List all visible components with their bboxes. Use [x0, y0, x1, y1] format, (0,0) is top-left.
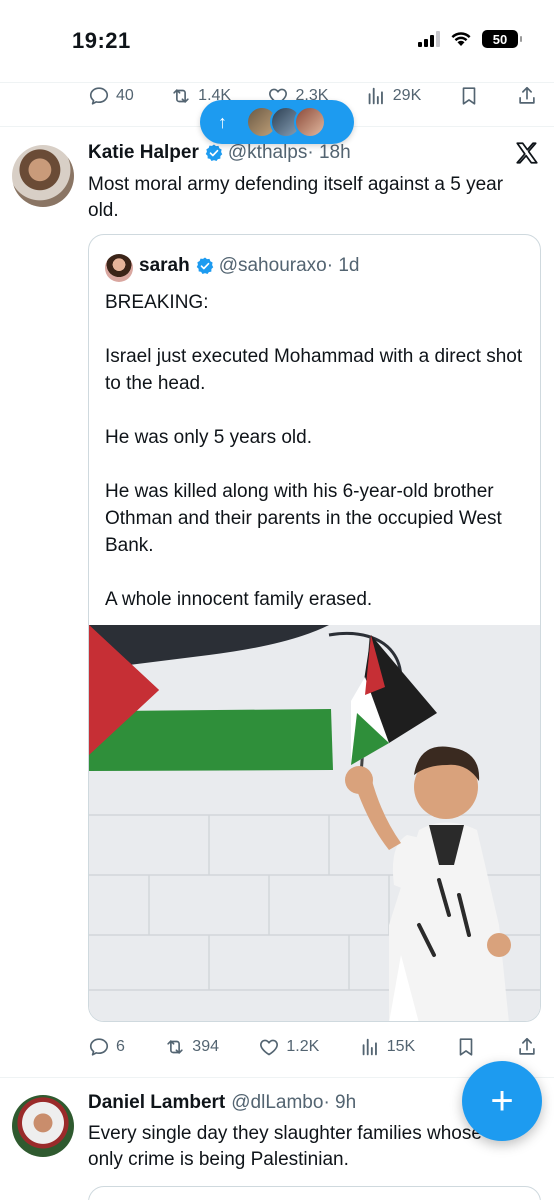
battery-level: 50 [492, 31, 508, 47]
media-card[interactable] [88, 1186, 541, 1200]
bookmark-icon [462, 87, 475, 105]
bookmark-icon [459, 1038, 472, 1056]
share-icon [519, 1037, 535, 1055]
views-button[interactable]: 29K [365, 85, 421, 107]
reply-icon [89, 1038, 109, 1056]
verified-badge-icon [205, 144, 223, 161]
pill-avatars [246, 106, 326, 138]
views-button[interactable]: 15K [359, 1036, 415, 1058]
quote-text: BREAKING: Israel just executed Mohammad … [105, 292, 523, 610]
quote-header: sarah @sahouraxo · 1d [139, 255, 359, 277]
new-posts-pill[interactable]: ↑ [200, 100, 354, 144]
repost-icon [167, 1040, 183, 1054]
avatar[interactable] [12, 1095, 74, 1157]
wifi-icon [451, 32, 471, 46]
reply-button[interactable]: 40 [88, 85, 134, 107]
share-icon [519, 86, 535, 104]
quote-author-handle: @sahouraxo [218, 255, 327, 276]
status-bar: 19:21 50 [0, 0, 554, 84]
avatar [294, 106, 326, 138]
quoted-tweet[interactable]: sarah @sahouraxo · 1d BREAKING: Israel j… [88, 234, 541, 1022]
tweet-time: · 9h [323, 1092, 357, 1113]
tweet-time: · 18h [307, 142, 351, 163]
reply-icon [89, 87, 109, 105]
share-button[interactable] [516, 85, 538, 107]
heart-icon [260, 1039, 279, 1056]
reply-count: 6 [116, 1038, 125, 1055]
avatar[interactable] [12, 145, 74, 207]
views-icon [368, 87, 383, 105]
views-count: 15K [386, 1038, 416, 1055]
arrow-up-icon: ↑ [218, 111, 227, 132]
status-icons: 50 [418, 30, 522, 48]
share-button[interactable] [516, 1036, 538, 1058]
bookmark-button[interactable] [455, 1036, 477, 1058]
x-logo-icon[interactable] [514, 140, 540, 166]
repost-count: 394 [192, 1038, 219, 1055]
author-handle[interactable]: @dlLambo [231, 1092, 323, 1114]
tweet-text: Most moral army defending itself against… [88, 174, 504, 221]
repost-icon [173, 89, 189, 103]
repost-button[interactable]: 394 [164, 1036, 219, 1058]
like-button[interactable]: 1.2K [258, 1036, 319, 1058]
views-icon [362, 1038, 377, 1056]
quote-photo[interactable] [89, 625, 541, 1022]
bookmark-button[interactable] [458, 85, 480, 107]
quote-author-name: sarah [139, 255, 190, 276]
author-name[interactable]: Katie Halper [88, 142, 199, 164]
author-name[interactable]: Daniel Lambert [88, 1092, 225, 1114]
plus-icon: + [490, 1079, 514, 1123]
tweet-header: Katie Halper @kthalps · 18h [88, 142, 351, 164]
views-count: 29K [392, 87, 422, 104]
quote-time: · 1d [326, 255, 360, 276]
tweet-actions: 6 394 1.2K 15K [88, 1034, 538, 1060]
quote-avatar[interactable] [105, 254, 133, 282]
verified-badge-icon [196, 257, 213, 274]
reply-button[interactable]: 6 [88, 1036, 125, 1058]
divider [0, 82, 554, 83]
tweet-header: Daniel Lambert @dlLambo · 9h [88, 1092, 356, 1114]
reply-count: 40 [116, 87, 134, 104]
signal-icon [418, 31, 440, 47]
compose-button[interactable]: + [462, 1061, 542, 1141]
author-handle[interactable]: @kthalps [228, 142, 308, 164]
tweet-text: Every single day they slaughter families… [88, 1123, 482, 1170]
status-time: 19:21 [72, 28, 131, 53]
like-count: 1.2K [286, 1038, 320, 1055]
battery-icon: 50 [482, 30, 522, 48]
